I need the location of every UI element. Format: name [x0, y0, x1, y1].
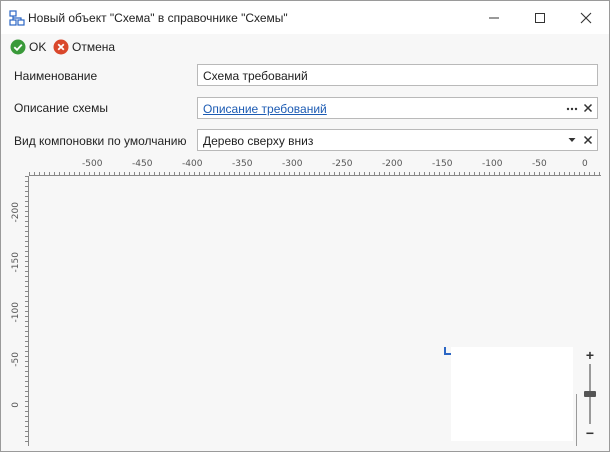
- ruler-label: -400: [182, 159, 203, 169]
- ruler-label: 0: [582, 159, 588, 169]
- ruler-label: 0: [11, 402, 21, 408]
- check-icon: [10, 39, 26, 55]
- layout-value: Дерево сверху вниз: [203, 134, 314, 148]
- close-icon: [580, 12, 592, 23]
- layout-select[interactable]: Дерево сверху вниз: [197, 129, 598, 151]
- zoom-control: + −: [576, 348, 603, 446]
- cancel-label: Отмена: [72, 40, 116, 54]
- layout-dropdown-button[interactable]: [564, 132, 580, 148]
- description-label: Описание схемы: [14, 101, 108, 115]
- ruler-label: -200: [11, 202, 21, 223]
- name-label: Наименование: [14, 69, 98, 83]
- ruler-label: -50: [11, 352, 21, 367]
- name-field[interactable]: Схема требований: [197, 64, 598, 86]
- ruler-label: -50: [532, 159, 547, 169]
- browse-button[interactable]: [564, 100, 580, 116]
- maximize-button[interactable]: [517, 1, 563, 34]
- clear-layout-button[interactable]: [580, 132, 596, 148]
- ruler-label: -250: [332, 159, 353, 169]
- cancel-button[interactable]: Отмена: [53, 38, 115, 56]
- ruler-label: -150: [11, 252, 21, 273]
- diagram-canvas[interactable]: -500 -450 -400 -350 -300 -250 -200 -150 -100 -50 0…: [7, 156, 603, 446]
- ruler-label: -350: [232, 159, 253, 169]
- dialog-window: Новый объект "Схема" в справочнике "Схем…: [0, 0, 610, 452]
- ruler-label: -100: [11, 302, 21, 323]
- maximize-icon: [535, 12, 545, 23]
- chevron-down-icon: [568, 138, 576, 142]
- minimize-button[interactable]: [471, 1, 517, 34]
- schema-icon: [9, 10, 25, 26]
- toolbar: OK Отмена: [1, 34, 609, 60]
- zoom-slider-thumb[interactable]: [584, 391, 596, 397]
- ok-label: OK: [29, 40, 47, 54]
- title-bar: Новый объект "Схема" в справочнике "Схем…: [1, 1, 609, 34]
- ruler-label: -300: [282, 159, 303, 169]
- close-button[interactable]: [563, 1, 609, 34]
- ruler-label: -200: [382, 159, 403, 169]
- ruler-label: -100: [482, 159, 503, 169]
- zoom-out-button[interactable]: −: [577, 426, 603, 440]
- vertical-ruler: -200 -150 -100 -50 0: [11, 176, 29, 446]
- ruler-label: -450: [132, 159, 153, 169]
- minimap[interactable]: [451, 347, 573, 441]
- minimize-icon: [489, 17, 499, 18]
- ellipsis-icon: [566, 107, 578, 111]
- clear-icon: [583, 135, 593, 145]
- name-value: Схема требований: [203, 69, 308, 83]
- clear-icon: [583, 103, 593, 113]
- description-link[interactable]: Описание требований: [203, 102, 327, 116]
- layout-label: Вид компоновки по умолчанию: [14, 134, 187, 148]
- ok-button[interactable]: OK: [10, 38, 46, 56]
- clear-description-button[interactable]: [580, 100, 596, 116]
- window-title: Новый объект "Схема" в справочнике "Схем…: [28, 11, 288, 25]
- zoom-in-button[interactable]: +: [577, 348, 603, 362]
- horizontal-ruler: -500 -450 -400 -350 -300 -250 -200 -150 -100 -50 0: [29, 159, 601, 176]
- description-field[interactable]: Описание требований: [197, 97, 598, 119]
- ruler-label: -500: [82, 159, 103, 169]
- cancel-icon: [53, 39, 69, 55]
- ruler-label: -150: [432, 159, 453, 169]
